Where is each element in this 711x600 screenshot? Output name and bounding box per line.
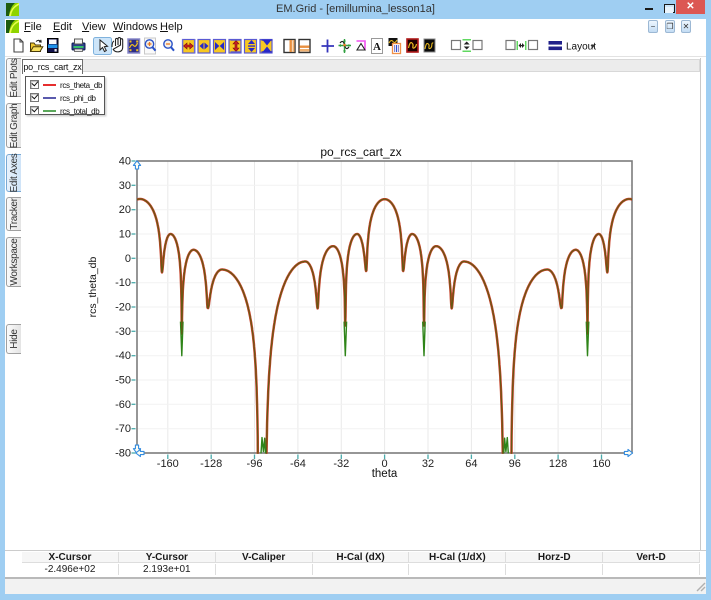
svg-text:64: 64 xyxy=(465,458,477,470)
svg-text:-40: -40 xyxy=(115,350,131,362)
svg-text:-32: -32 xyxy=(333,458,349,470)
svg-text:-160: -160 xyxy=(157,458,179,470)
svg-text:40: 40 xyxy=(119,156,131,168)
svg-text:rcs_theta_db: rcs_theta_db xyxy=(87,256,99,317)
svg-text:-20: -20 xyxy=(115,302,131,314)
svg-text:-70: -70 xyxy=(115,423,131,435)
svg-text:-60: -60 xyxy=(115,399,131,411)
svg-text:-10: -10 xyxy=(115,277,131,289)
svg-text:theta: theta xyxy=(372,468,398,480)
svg-text:-30: -30 xyxy=(115,326,131,338)
svg-text:128: 128 xyxy=(549,458,567,470)
svg-text:20: 20 xyxy=(119,204,131,216)
svg-text:160: 160 xyxy=(592,458,610,470)
svg-text:-80: -80 xyxy=(115,448,131,460)
svg-text:30: 30 xyxy=(119,180,131,192)
svg-text:po_rcs_cart_zx: po_rcs_cart_zx xyxy=(320,145,401,159)
svg-text:96: 96 xyxy=(509,458,521,470)
svg-text:-64: -64 xyxy=(290,458,306,470)
svg-text:-128: -128 xyxy=(200,458,222,470)
svg-text:-96: -96 xyxy=(247,458,263,470)
svg-text:0: 0 xyxy=(125,253,131,265)
svg-text:-50: -50 xyxy=(115,375,131,387)
svg-text:32: 32 xyxy=(422,458,434,470)
svg-text:10: 10 xyxy=(119,229,131,241)
